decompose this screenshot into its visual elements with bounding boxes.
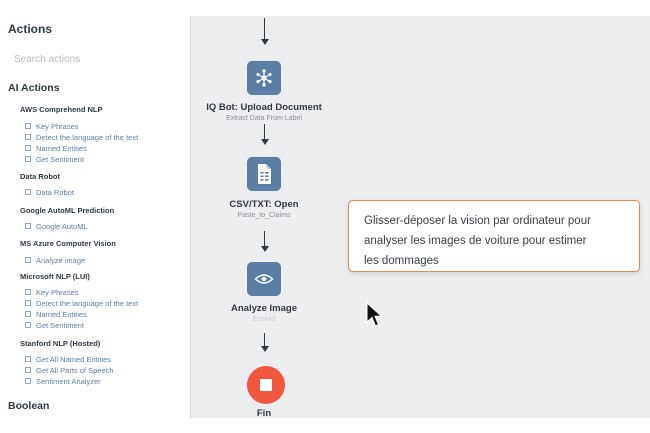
bottom-bar [0,418,650,433]
connector-line [264,333,265,347]
end-node[interactable] [247,366,285,404]
callout-line: les dommages [364,255,439,267]
action-item[interactable]: Key Phrases [25,121,79,131]
action-item[interactable]: Get All Named Entities [25,354,111,364]
action-item-analyze-image[interactable]: Analyze image [25,255,85,265]
eye-icon [254,274,274,284]
checkbox-icon [25,145,31,151]
checkbox-icon [25,156,31,162]
checkbox-icon [25,300,31,306]
sidebar-title: Actions [8,22,53,36]
node-title: CSV/TXT: Open [229,199,299,210]
checkbox-icon [25,123,31,129]
connector-line [264,124,265,140]
instruction-callout: Glisser-déposer la vision par ordinateur… [348,200,640,272]
checkbox-icon [25,189,31,195]
action-item[interactable]: Detect the language of the text [25,132,138,142]
action-item[interactable]: Get Sentiment [25,154,84,164]
arrow-down-icon [261,246,269,252]
checkbox-icon [25,289,31,295]
node-title: IQ Bot: Upload Document [206,102,322,113]
arrow-down-icon [261,39,269,45]
arrow-down-icon [261,346,269,352]
section-ai-actions[interactable]: AI Actions [8,82,60,94]
checkbox-icon [25,257,31,263]
node-subtitle: Ezekiel [252,316,276,323]
group-ms-azure-vision[interactable]: MS Azure Computer Vision [20,239,116,248]
csv-open-node[interactable] [247,157,281,191]
checkbox-icon [25,378,31,384]
actions-sidebar: Actions Search actions AI Actions AWS Co… [0,16,191,418]
upload-document-node[interactable] [247,61,281,95]
group-data-robot[interactable]: Data Robot [20,172,60,181]
checkbox-icon [25,356,31,362]
document-icon [258,164,271,184]
search-actions-input[interactable]: Search actions [14,54,80,65]
connector-line [264,18,265,40]
stop-icon [260,379,272,391]
action-item[interactable]: Key Phrases [25,287,79,297]
action-item[interactable]: Google AutoML [25,221,88,231]
action-item[interactable]: Sentiment Analyzer [25,376,101,386]
checkbox-icon [25,311,31,317]
group-google-automl[interactable]: Google AutoML Prediction [20,206,114,215]
callout-line: analyser les images de voiture pour esti… [364,235,587,247]
action-item[interactable]: Detect the language of the text [25,298,138,308]
checkbox-icon [25,223,31,229]
action-item[interactable]: Get All Parts of Speech [25,365,114,375]
callout-line: Glisser-déposer la vision par ordinateur… [364,215,591,227]
node-subtitle: Extract Data From Label [226,115,302,122]
top-bar [0,0,650,17]
analyze-image-node[interactable] [247,262,281,296]
group-aws-comprehend[interactable]: AWS Comprehend NLP [20,105,103,114]
checkbox-icon [25,322,31,328]
connector-line [264,231,265,247]
checkbox-icon [25,134,31,140]
section-boolean[interactable]: Boolean [8,400,49,412]
checkbox-icon [25,367,31,373]
mouse-cursor-icon [366,302,383,327]
action-item[interactable]: Named Entities [25,309,87,319]
action-item[interactable]: Get Sentiment [25,320,84,330]
node-title: Analyze Image [231,303,297,314]
group-stanford-nlp[interactable]: Stanford NLP (Hosted) [20,339,100,348]
group-microsoft-nlp[interactable]: Microsoft NLP (LUI) [20,272,90,281]
action-item[interactable]: Named Entities [25,143,87,153]
hub-icon [256,69,272,87]
node-subtitle: Paste_to_Claims [237,212,291,219]
action-item[interactable]: Data Robot [25,187,74,197]
arrow-down-icon [261,139,269,145]
